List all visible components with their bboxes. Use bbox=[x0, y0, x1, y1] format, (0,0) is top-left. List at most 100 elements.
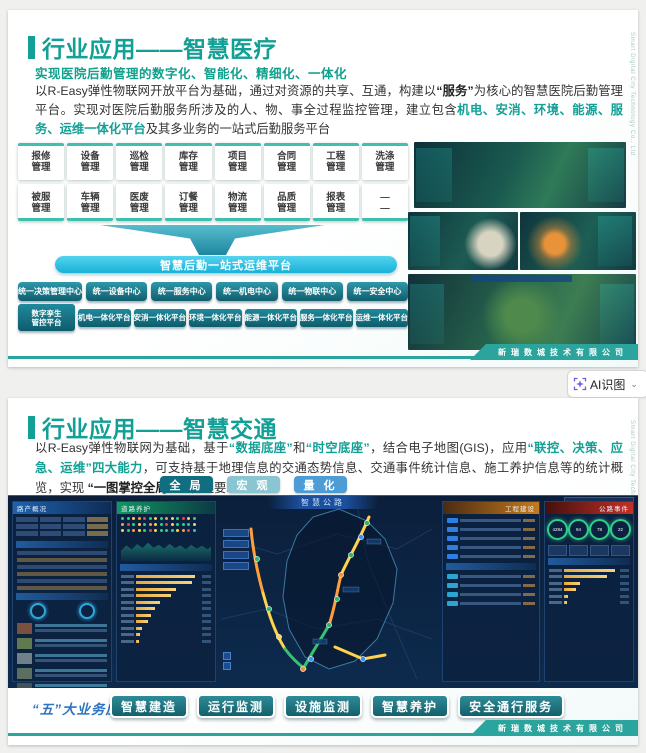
panel-title: 路产概况 bbox=[13, 502, 111, 514]
view-mode-buttons: 全 局宏 观量 化 bbox=[160, 476, 347, 493]
construction-project-list bbox=[443, 518, 539, 559]
event-photo-thumbnail bbox=[17, 652, 32, 664]
module-cell: 物流 管理 bbox=[214, 184, 261, 221]
event-stat-cards bbox=[548, 545, 630, 556]
event-photo-thumbnail bbox=[17, 637, 32, 649]
platform-button: 运维一体化平台 bbox=[355, 308, 408, 327]
event-list-item bbox=[17, 622, 107, 634]
ring-gauge: 94 bbox=[568, 519, 589, 540]
stat-ring bbox=[78, 603, 95, 619]
road-assets-panel: 路产概况 bbox=[12, 501, 112, 688]
unified-center-button: 统一机电中心 bbox=[216, 282, 278, 301]
ai-scan-sparkle-icon bbox=[573, 377, 587, 391]
mode-button: 全 局 bbox=[160, 476, 213, 493]
slide1-paragraph: 以R-Easy弹性物联网开放平台为基础，通过对资源的共享、互通，构建以“服务”为… bbox=[35, 82, 623, 139]
text-segment: “时空底座” bbox=[305, 441, 370, 455]
company-name: 新瑞数城技术有限公司 bbox=[498, 347, 628, 357]
road-maintenance-panel: 道路养护 bbox=[116, 501, 216, 682]
side-company-text: Smart Digital City Technology Co., Ltd bbox=[629, 32, 635, 156]
event-list-item bbox=[17, 652, 107, 664]
event-photo-list bbox=[13, 622, 111, 688]
dashboard-screenshots bbox=[408, 142, 636, 356]
map-zoom-control bbox=[223, 652, 231, 670]
module-cell: 被服 管理 bbox=[18, 184, 65, 221]
pipeline-platform-bar: 智慧后勤一站式运维平台 bbox=[55, 256, 397, 273]
campus-dashboard-screenshot-1 bbox=[414, 142, 626, 208]
platform-button: 服务一体化平台 bbox=[300, 308, 353, 327]
event-photo-thumbnail bbox=[17, 682, 32, 688]
panel-title: 道路养护 bbox=[117, 502, 215, 514]
highway-dashboard: 智慧公路 路产概况 道路养护 工程建设 公路事件 4284 94 78 22 bbox=[8, 495, 638, 688]
ring-gauge: 22 bbox=[610, 519, 631, 540]
footer-line bbox=[8, 356, 480, 359]
module-cell: 项目 管理 bbox=[214, 143, 261, 180]
unified-center-button: 统一服务中心 bbox=[151, 282, 213, 301]
panel-title: 工程建设 bbox=[443, 502, 539, 514]
ring-gauge: 78 bbox=[589, 519, 610, 540]
text-segment: 以R-Easy弹性物联网开放平台为基础，通过对资源的共享、互通，构建以 bbox=[35, 84, 437, 98]
unified-center-button: 统一安全中心 bbox=[346, 282, 409, 301]
module-cell: 洗涤 管理 bbox=[361, 143, 409, 180]
text-segment: “数据底座” bbox=[228, 441, 293, 455]
business-app-buttons: 智慧建造 运行监测 设施监测 智慧养护 安全通行服务 bbox=[110, 694, 565, 718]
page-title: 行业应用——智慧医疗 bbox=[42, 36, 277, 62]
chevron-down-icon[interactable]: ⌄ bbox=[630, 379, 638, 390]
module-cell: 库存 管理 bbox=[165, 143, 212, 180]
text-segment: 以R-Easy弹性物联网为基础，基于 bbox=[35, 441, 229, 455]
construction-panel: 工程建设 bbox=[442, 501, 540, 682]
company-name: 新瑞数城技术有限公司 bbox=[498, 723, 628, 733]
ai-button-label: AI识图 bbox=[590, 377, 626, 392]
slide-smart-healthcare: Smart Digital City Technology Co., Ltd 行… bbox=[8, 10, 638, 367]
event-gauges: 4284 94 78 22 bbox=[547, 519, 631, 540]
platform-button: 数字孪生 管控平台 bbox=[18, 304, 75, 331]
text-segment: 及其多业务的一站式后勤服务平台 bbox=[145, 122, 331, 136]
module-cell: 订餐 管理 bbox=[165, 184, 212, 221]
mode-button: 量 化 bbox=[294, 476, 347, 493]
module-cell: 医废 管理 bbox=[116, 184, 163, 221]
text-segment: ，结合电子地图(GIS)，应用 bbox=[369, 441, 528, 455]
business-app-button: 智慧建造 bbox=[110, 694, 189, 718]
event-photo-thumbnail bbox=[17, 667, 32, 679]
maintenance-bar-chart bbox=[117, 574, 215, 643]
map-layer-buttons bbox=[223, 529, 249, 570]
title-accent-bar bbox=[28, 415, 35, 439]
event-list-item bbox=[17, 667, 107, 679]
hospital-module-table: 报修 管理 设备 管理 巡检 管理 库存 管理 项目 管理 合同 管理 工程 管理 洗涤 管理 被服 管理 车辆 管理… bbox=[18, 143, 409, 221]
road-events-panel: 公路事件 4284 94 78 22 bbox=[544, 501, 634, 682]
stat-ring bbox=[29, 603, 46, 619]
platform-button: 安消一体化平台 bbox=[133, 308, 186, 327]
road-condition-dot-rows bbox=[117, 517, 215, 532]
integrated-platforms-row: 数字孪生 管控平台 机电一体化平台 安消一体化平台 环境一体化平台 能源一体化平台 服务一体… bbox=[18, 304, 408, 331]
slide-smart-transportation: Smart Digital City Technology Co., Ltd 行… bbox=[8, 398, 638, 745]
traffic-area-chart bbox=[121, 542, 211, 561]
building-highlight-screenshot bbox=[520, 212, 636, 270]
event-photo-thumbnail bbox=[17, 622, 32, 634]
platform-button: 机电一体化平台 bbox=[78, 308, 131, 327]
text-segment: “服务” bbox=[436, 84, 474, 98]
module-cell: 报表 管理 bbox=[312, 184, 360, 221]
event-list-item bbox=[17, 637, 107, 649]
unified-center-button: 统一物联中心 bbox=[281, 282, 343, 301]
event-bar-chart bbox=[545, 568, 633, 604]
module-cell: 巡检 管理 bbox=[116, 143, 163, 180]
module-cell: 车辆 管理 bbox=[67, 184, 114, 221]
unified-centers-row: 统一决策管理中心 统一设备中心 统一服务中心 统一机电中心 统一物联中心 统一安全中心 bbox=[18, 282, 409, 301]
event-list-item bbox=[17, 682, 107, 688]
text-segment: 和 bbox=[292, 441, 306, 455]
module-cell: 设备 管理 bbox=[67, 143, 114, 180]
unified-center-button: 统一决策管理中心 bbox=[18, 282, 82, 301]
slide1-title-row: 行业应用——智慧医疗 bbox=[28, 30, 277, 64]
platform-button: 环境一体化平台 bbox=[189, 308, 242, 327]
platform-button: 能源一体化平台 bbox=[244, 308, 297, 327]
slide1-subtitle: 实现医院后勤管理的数字化、智能化、精细化、一体化 bbox=[35, 67, 348, 81]
business-app-button: 智慧养护 bbox=[371, 694, 450, 718]
footer-company-banner: 新瑞数城技术有限公司 bbox=[470, 344, 638, 360]
business-app-button: 安全通行服务 bbox=[458, 694, 565, 718]
panel-title: 公路事件 bbox=[545, 502, 633, 514]
footer-company-banner: 新瑞数城技术有限公司 bbox=[470, 720, 638, 736]
building-dashboard-screenshot bbox=[408, 212, 518, 270]
module-cell: 报修 管理 bbox=[18, 143, 65, 180]
business-app-button: 运行监测 bbox=[197, 694, 276, 718]
module-cell: 品质 管理 bbox=[263, 184, 310, 221]
ai-recognize-button[interactable]: AI识图 ⌄ bbox=[567, 370, 646, 398]
